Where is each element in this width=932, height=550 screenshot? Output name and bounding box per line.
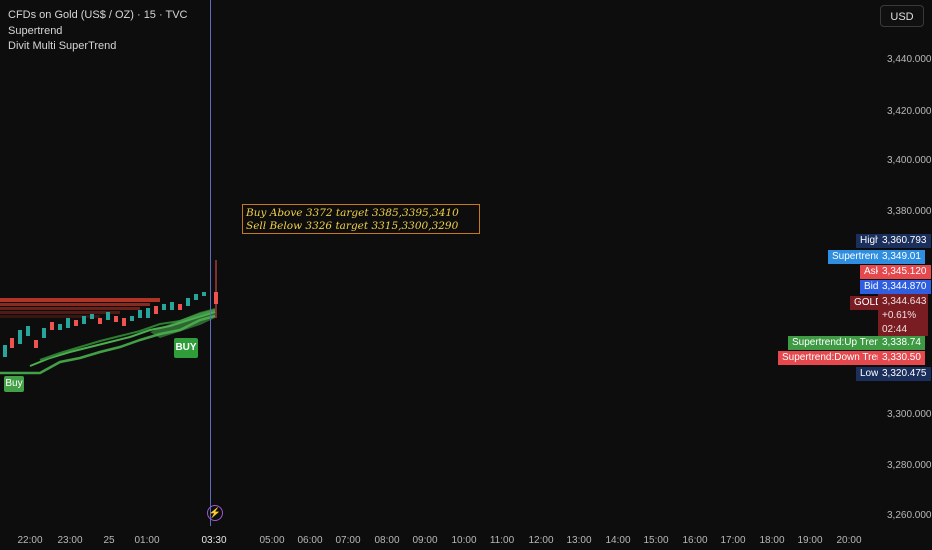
gold-value: 3,344.643	[882, 296, 927, 307]
note-line-sell: Sell Below 3326 target 3315,3300,3290	[246, 220, 459, 232]
time-axis[interactable]: 22:00 23:00 25 01:00 03:30 05:00 06:00 0…	[0, 528, 932, 550]
candle	[58, 324, 62, 330]
candle	[66, 318, 70, 328]
time-tick: 01:00	[134, 535, 160, 546]
candle	[50, 322, 54, 330]
buy-marker-large: BUY	[174, 338, 198, 358]
up-trend-label: Supertrend:Up Trend	[788, 336, 890, 350]
high-value: 3,360.793	[878, 234, 931, 248]
time-tick: 12:00	[528, 535, 554, 546]
price-tick: 3,280.000	[887, 460, 932, 471]
time-tick: 10:00	[451, 535, 477, 546]
down-trend-value: 3,330.50	[878, 351, 925, 365]
supertrend-fill	[150, 308, 215, 338]
candle	[82, 316, 86, 324]
time-tick: 05:00	[259, 535, 285, 546]
candle	[214, 292, 218, 304]
gold-countdown: 02:44	[882, 324, 908, 335]
candle	[122, 318, 126, 326]
lightning-icon[interactable]: ⚡	[207, 505, 223, 521]
resistance-zone	[0, 298, 160, 318]
candle	[26, 326, 30, 336]
candle	[3, 345, 7, 357]
time-tick: 06:00	[297, 535, 323, 546]
candle	[154, 306, 158, 314]
price-tick: 3,440.000	[887, 54, 932, 65]
time-tick: 13:00	[566, 535, 592, 546]
gold-change: +0.61%	[882, 310, 917, 321]
candle	[98, 318, 102, 324]
time-tick: 14:00	[605, 535, 631, 546]
supertrend-value: 3,349.01	[878, 250, 925, 264]
candle	[42, 328, 46, 338]
ask-value: 3,345.120	[878, 265, 931, 279]
time-tick: 11:00	[489, 535, 515, 546]
time-tick: 18:00	[759, 535, 785, 546]
candle	[202, 292, 206, 296]
price-chart[interactable]	[0, 0, 862, 526]
time-tick: 22:00	[17, 535, 43, 546]
crosshair-vertical-line	[210, 0, 211, 526]
bid-value: 3,344.870	[878, 280, 931, 294]
low-value: 3,320.475	[878, 367, 931, 381]
time-tick: 16:00	[682, 535, 708, 546]
time-tick: 20:00	[836, 535, 862, 546]
candle	[90, 314, 94, 319]
time-tick-cursor: 03:30	[201, 535, 227, 546]
down-trend-label: Supertrend:Down Trend	[778, 351, 893, 365]
time-tick: 23:00	[57, 535, 83, 546]
candle	[10, 338, 14, 348]
time-tick: 07:00	[335, 535, 361, 546]
note-line-buy: Buy Above 3372 target 3385,3395,3410	[246, 207, 459, 219]
candle	[170, 302, 174, 310]
price-tick: 3,420.000	[887, 106, 932, 117]
price-tick: 3,260.000	[887, 510, 932, 521]
candle	[178, 304, 182, 310]
candle	[106, 312, 110, 320]
price-tick: 3,400.000	[887, 155, 932, 166]
time-tick: 17:00	[720, 535, 746, 546]
candle	[34, 340, 38, 348]
candle	[186, 298, 190, 306]
buy-marker-small: Buy	[4, 376, 24, 392]
up-trend-value: 3,338.74	[878, 336, 925, 350]
candle	[130, 316, 134, 321]
price-tick: 3,380.000	[887, 206, 932, 217]
candle	[146, 308, 150, 318]
time-tick: 08:00	[374, 535, 400, 546]
price-tick: 3,300.000	[887, 409, 932, 420]
candle	[138, 310, 142, 318]
candle	[18, 330, 22, 344]
gold-price-box: 3,344.643 +0.61% 02:44	[878, 294, 928, 336]
candle	[114, 316, 118, 322]
time-tick: 19:00	[797, 535, 823, 546]
supertrend-label: Supertrend	[828, 250, 886, 264]
time-tick: 25	[103, 535, 115, 546]
candle	[162, 304, 166, 310]
time-tick: 15:00	[643, 535, 669, 546]
time-tick: 09:00	[412, 535, 438, 546]
target-note[interactable]: Buy Above 3372 target 3385,3395,3410 Sel…	[242, 204, 480, 234]
candle	[194, 294, 198, 300]
candle	[74, 320, 78, 326]
